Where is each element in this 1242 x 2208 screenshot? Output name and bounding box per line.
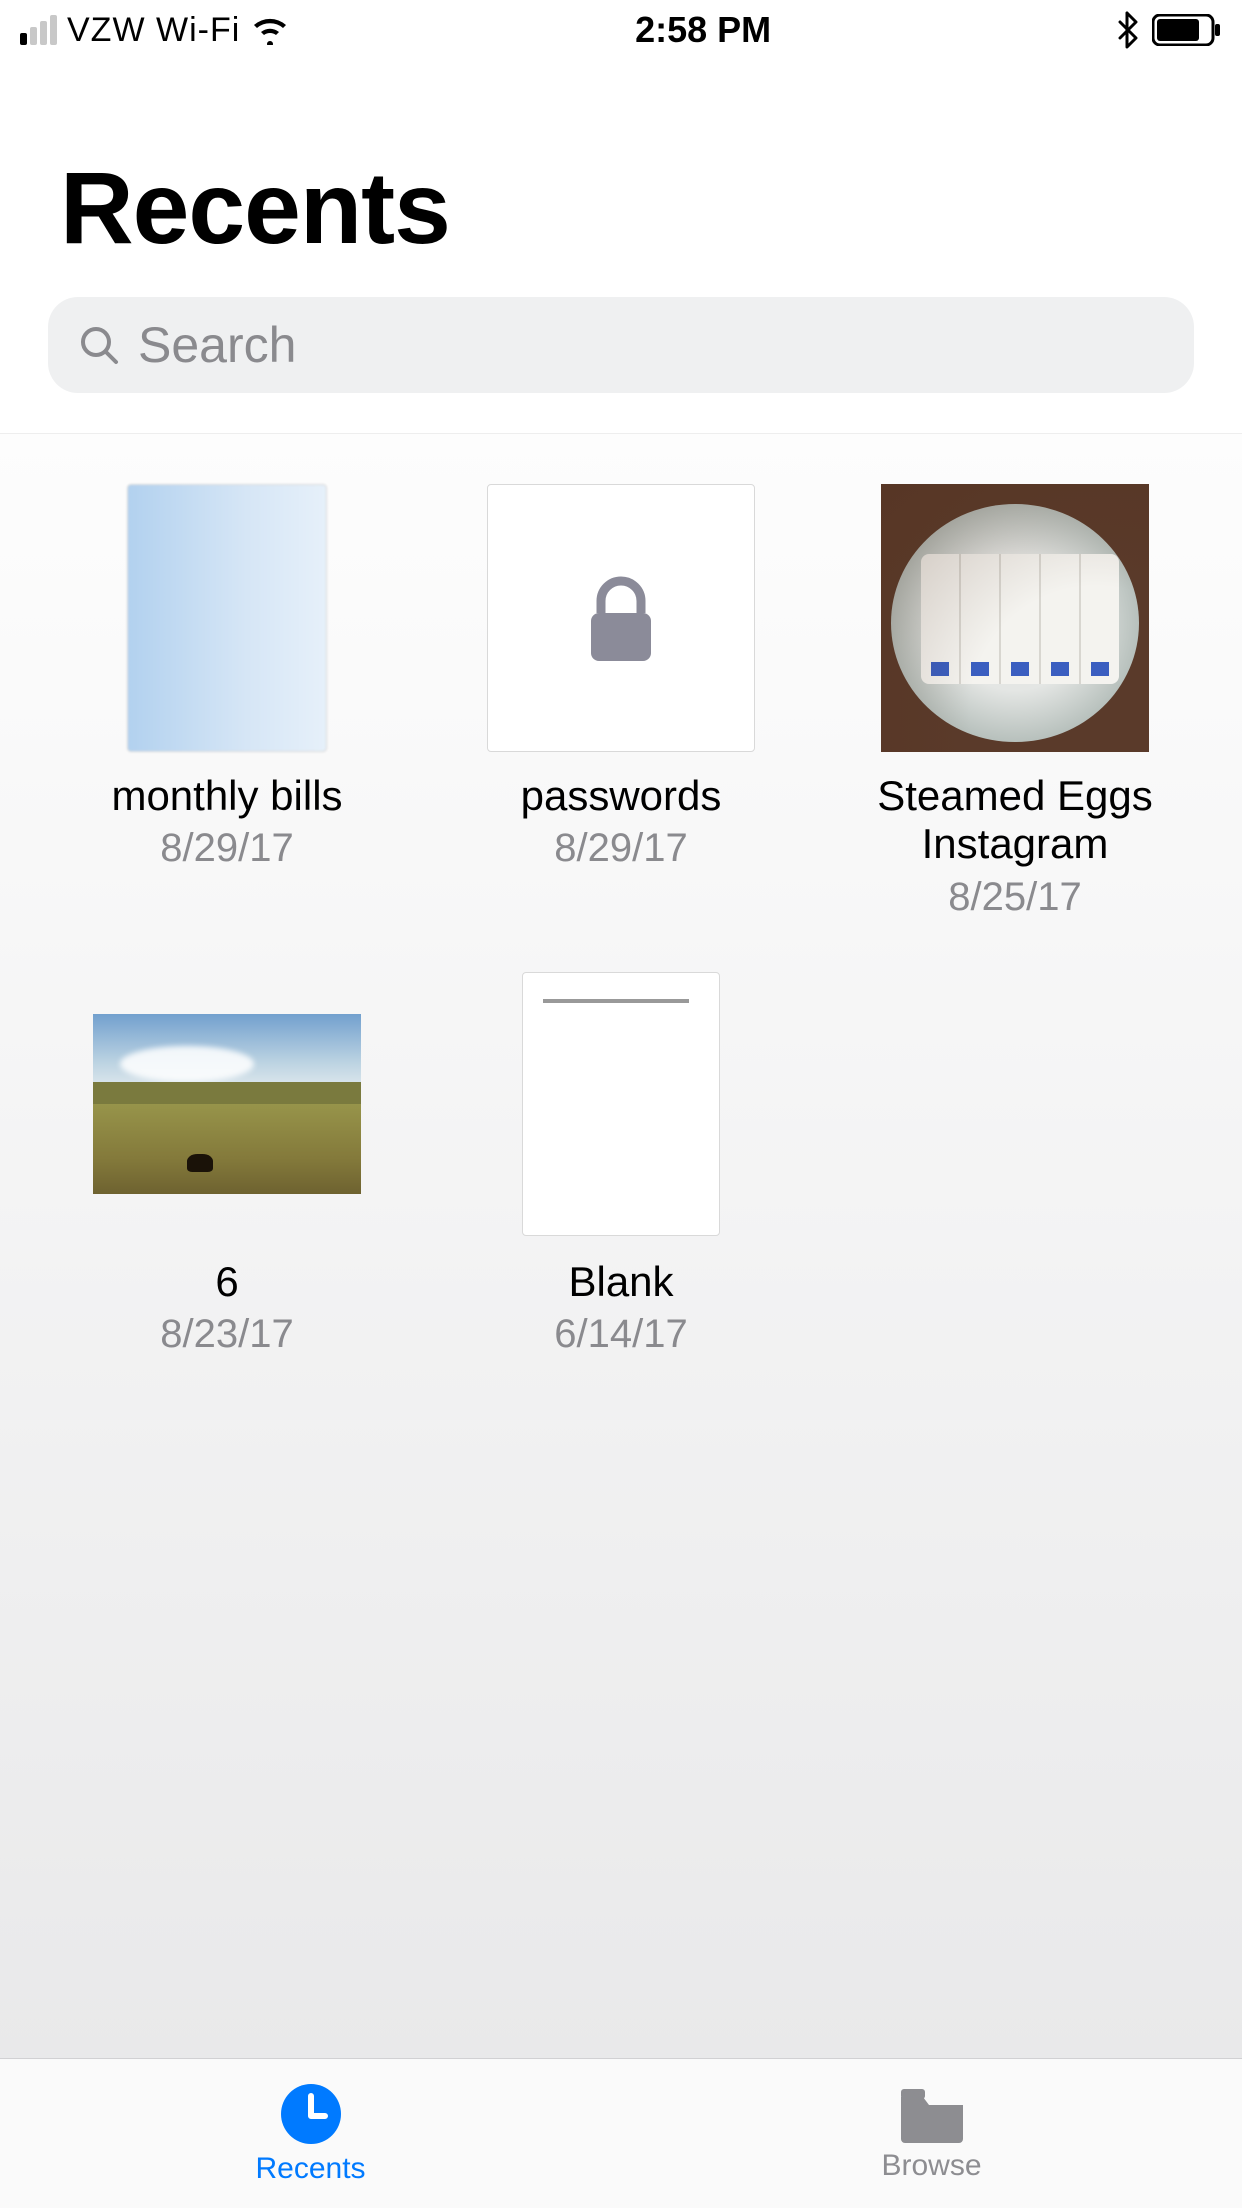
document-thumbnail — [127, 484, 327, 752]
status-bar: VZW Wi-Fi 2:58 PM — [0, 0, 1242, 60]
photo-thumbnail — [881, 484, 1149, 752]
search-bar[interactable] — [48, 297, 1194, 393]
bluetooth-icon — [1116, 11, 1138, 49]
tab-bar: Recents Browse — [0, 2058, 1242, 2208]
photo-thumbnail — [93, 1014, 361, 1194]
file-date: 8/25/17 — [948, 875, 1081, 920]
battery-icon — [1152, 14, 1222, 46]
file-name: Steamed Eggs Instagram — [835, 772, 1195, 869]
file-date: 6/14/17 — [554, 1312, 687, 1357]
wifi-icon — [250, 15, 290, 45]
tab-label: Browse — [881, 2149, 981, 2183]
status-time: 2:58 PM — [635, 9, 771, 51]
file-date: 8/23/17 — [160, 1312, 293, 1357]
lock-icon — [576, 568, 666, 668]
file-item-6[interactable]: 6 8/23/17 — [30, 970, 424, 1357]
file-grid: monthly bills 8/29/17 passwords 8/29/17 — [0, 433, 1242, 2058]
file-name: Blank — [568, 1258, 673, 1306]
search-input[interactable] — [138, 316, 1164, 374]
header: Recents — [0, 60, 1242, 297]
file-name: passwords — [521, 772, 722, 820]
search-icon — [78, 324, 120, 366]
page-title: Recents — [60, 150, 1182, 267]
locked-thumbnail — [487, 484, 755, 752]
tab-label: Recents — [255, 2152, 365, 2186]
clock-icon — [279, 2082, 343, 2146]
file-item-steamed-eggs[interactable]: Steamed Eggs Instagram 8/25/17 — [818, 484, 1212, 920]
document-thumbnail — [522, 972, 720, 1236]
file-date: 8/29/17 — [160, 826, 293, 871]
file-date: 8/29/17 — [554, 826, 687, 871]
cell-signal-icon — [20, 15, 57, 45]
carrier-label: VZW Wi-Fi — [67, 11, 240, 50]
folder-icon — [897, 2085, 967, 2143]
file-name: 6 — [215, 1258, 238, 1306]
tab-browse[interactable]: Browse — [621, 2059, 1242, 2208]
file-item-passwords[interactable]: passwords 8/29/17 — [424, 484, 818, 920]
file-item-blank[interactable]: Blank 6/14/17 — [424, 970, 818, 1357]
file-item-monthly-bills[interactable]: monthly bills 8/29/17 — [30, 484, 424, 920]
tab-recents[interactable]: Recents — [0, 2059, 621, 2208]
file-name: monthly bills — [111, 772, 342, 820]
